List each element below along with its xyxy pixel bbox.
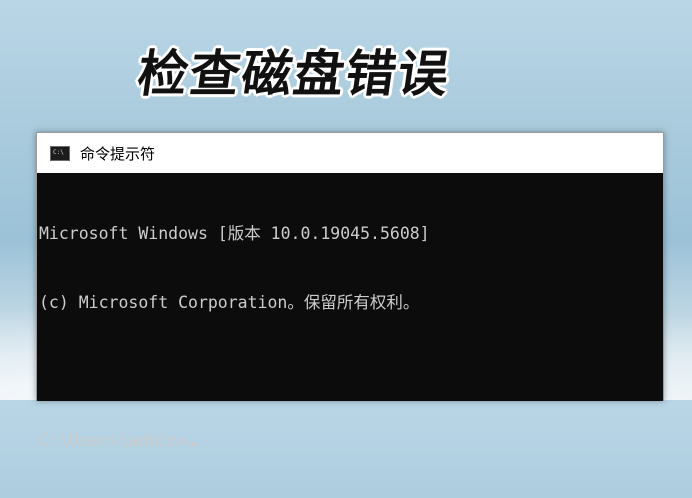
title-bar[interactable]: C:\ 命令提示符 — [37, 133, 663, 173]
command-prompt-window[interactable]: C:\ 命令提示符 Microsoft Windows [版本 10.0.190… — [36, 132, 664, 450]
prompt-text: C:\Users\admin> — [39, 431, 189, 450]
window-title: 命令提示符 — [80, 144, 156, 163]
console-line-copyright: (c) Microsoft Corporation。保留所有权利。 — [39, 293, 420, 312]
banner-title: 检查磁盘错误 — [133, 45, 455, 103]
text-cursor — [189, 443, 199, 446]
console-line-version: Microsoft Windows [版本 10.0.19045.5608] — [39, 224, 430, 243]
console-prompt-line[interactable]: C:\Users\admin> — [39, 429, 663, 452]
cmd-icon: C:\ — [50, 145, 70, 161]
console-output[interactable]: Microsoft Windows [版本 10.0.19045.5608] (… — [37, 173, 663, 498]
cmd-icon-label: C:\ — [53, 148, 64, 156]
